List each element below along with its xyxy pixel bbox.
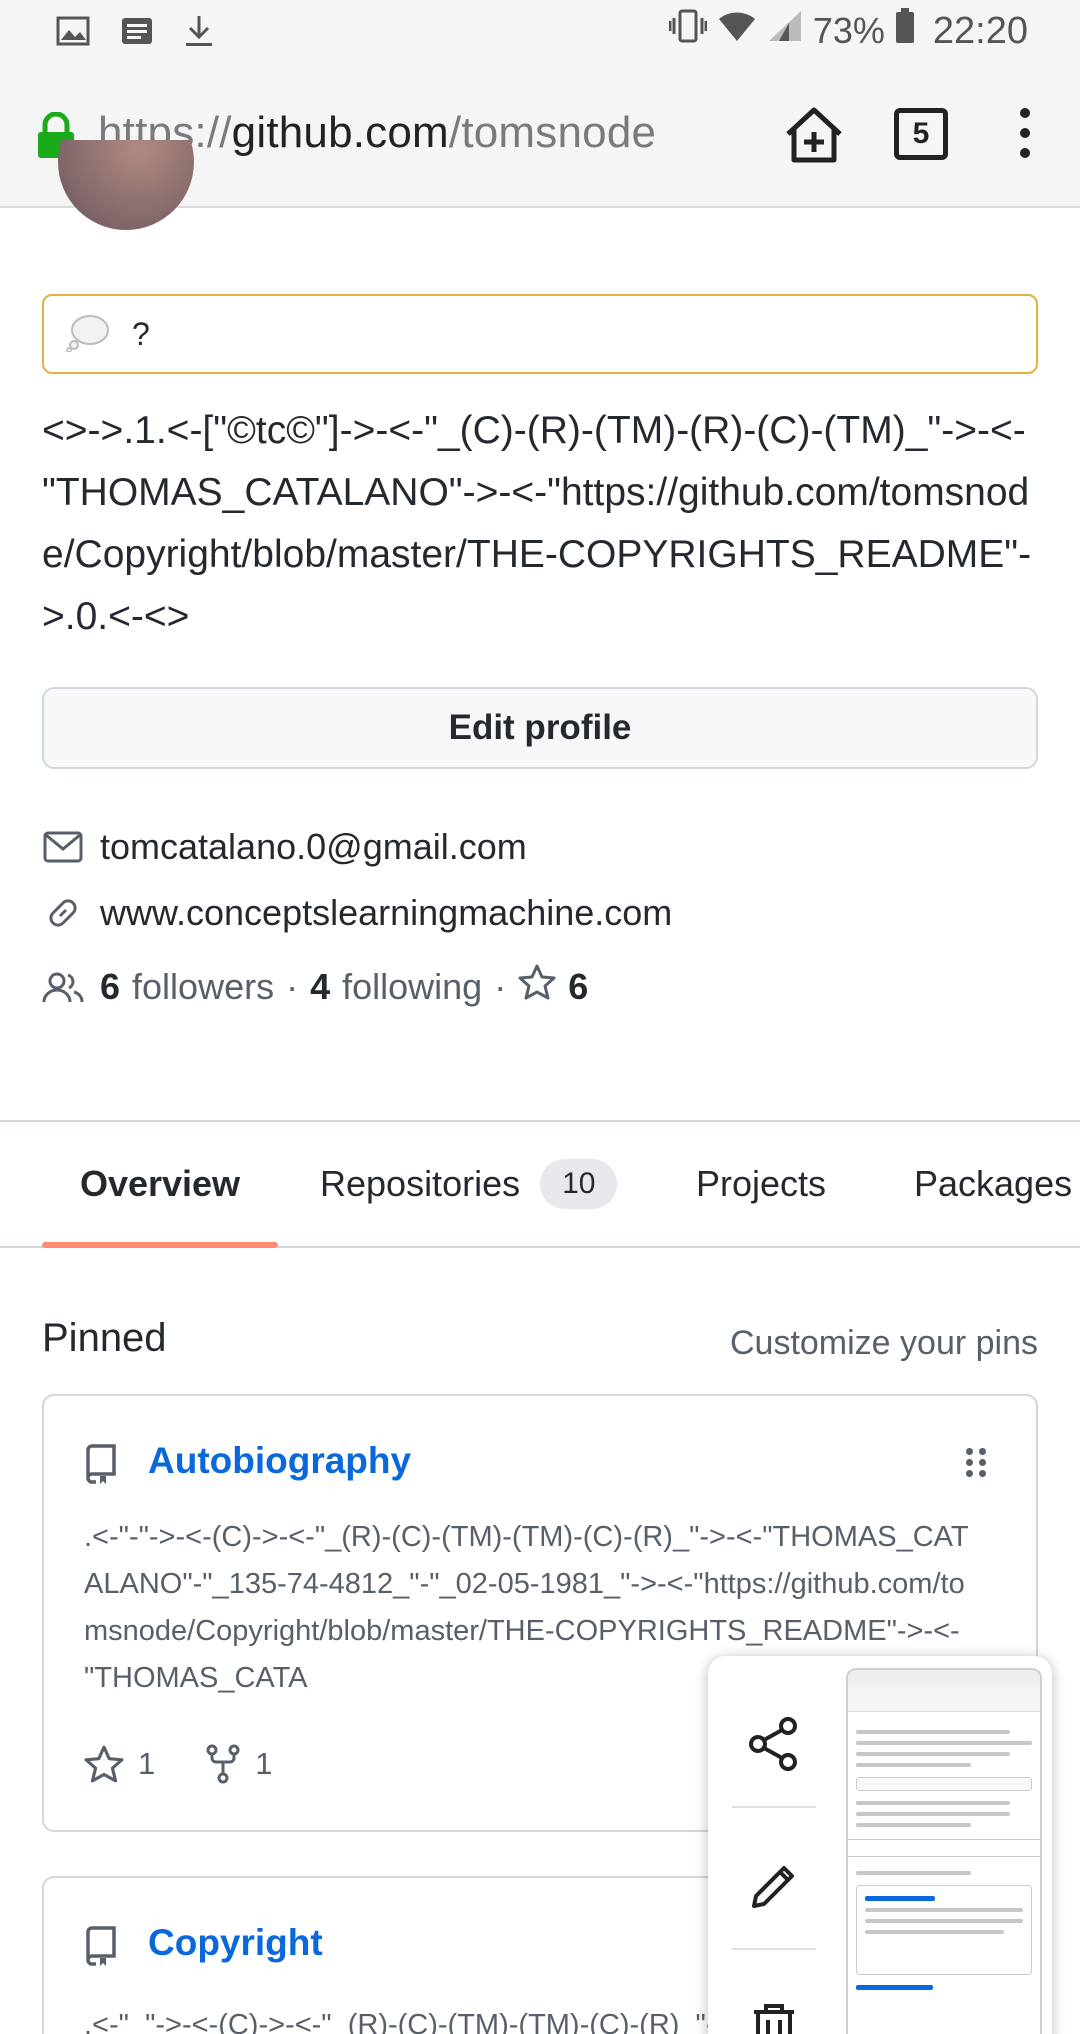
- followers-label: followers: [132, 965, 275, 1007]
- news-icon: [120, 16, 154, 51]
- tab-overview[interactable]: Overview: [42, 1122, 278, 1248]
- screenshot-thumbnail[interactable]: [846, 1668, 1042, 2034]
- repo-icon: [84, 1444, 118, 1489]
- customize-pins-link[interactable]: Customize your pins: [730, 1324, 1038, 1363]
- repo-forks-count: 1: [255, 1746, 273, 1781]
- clock: 22:20: [932, 9, 1028, 52]
- repo-stars-count: 1: [138, 1746, 156, 1781]
- tab-count: 5: [912, 117, 930, 150]
- separator: ·: [494, 965, 507, 1007]
- repo-forks[interactable]: 1: [205, 1744, 273, 1784]
- stars-count: 6: [568, 965, 589, 1007]
- url-path: /tomsnode: [448, 108, 657, 157]
- people-icon: [42, 966, 84, 1008]
- repo-name-link[interactable]: Autobiography: [148, 1440, 411, 1482]
- edit-profile-button[interactable]: Edit profile: [42, 687, 1038, 769]
- tab-label: Projects: [696, 1163, 827, 1204]
- tab-label: Overview: [79, 1163, 241, 1204]
- repositories-counter: 10: [540, 1159, 618, 1209]
- tab-label: Packages: [914, 1163, 1073, 1204]
- repo-icon: [84, 1926, 118, 1971]
- delete-button[interactable]: [732, 1968, 816, 2034]
- vibrate-icon: [668, 8, 708, 54]
- battery-percent: 73%: [812, 10, 885, 51]
- following-link[interactable]: 4 following: [310, 966, 482, 1008]
- email-link[interactable]: tomcatalano.0@gmail.com: [100, 826, 527, 868]
- repo-stars[interactable]: 1: [84, 1745, 155, 1783]
- tab-repositories[interactable]: Repositories 10: [320, 1122, 618, 1246]
- trash-icon: [754, 2004, 794, 2034]
- following-count: 4: [310, 965, 331, 1007]
- status-bar: 73% 22:20: [0, 0, 1080, 64]
- stars-link[interactable]: 6: [518, 964, 588, 1009]
- url-host: github.com: [231, 108, 449, 157]
- separator: ·: [286, 965, 299, 1007]
- repo-stats: 1 1: [84, 1744, 323, 1784]
- thought-bubble-icon: [66, 312, 110, 357]
- status-text: ?: [132, 315, 150, 352]
- star-icon: [518, 964, 556, 1009]
- tabs-button[interactable]: 5: [894, 108, 948, 160]
- tab-packages[interactable]: Packages: [914, 1122, 1072, 1246]
- followers-link[interactable]: 6 followers: [100, 966, 274, 1008]
- tab-label: Repositories: [320, 1163, 521, 1204]
- fork-icon: [206, 1744, 240, 1784]
- pencil-icon: [752, 1866, 794, 1908]
- overflow-menu-button[interactable]: [1010, 108, 1040, 164]
- share-icon: [749, 1717, 797, 1771]
- share-button[interactable]: [732, 1684, 816, 1804]
- mail-icon: [42, 826, 84, 868]
- followers-count: 6: [100, 965, 121, 1007]
- avatar[interactable]: [58, 140, 194, 230]
- profile-bio: <>->.1.<-["©tc©"]->-<-"_(C)-(R)-(TM)-(R)…: [42, 409, 1032, 638]
- website-link[interactable]: www.conceptslearningmachine.com: [100, 892, 672, 934]
- wifi-icon: [717, 9, 757, 53]
- profile-email[interactable]: tomcatalano.0@gmail.com: [42, 826, 527, 868]
- following-label: following: [342, 965, 483, 1007]
- follow-stats: 6 followers · 4 following · 6: [42, 964, 588, 1009]
- drag-handle-icon[interactable]: [966, 1448, 988, 1478]
- user-status[interactable]: ?: [42, 294, 1038, 374]
- repo-name-link[interactable]: Copyright: [148, 1922, 323, 1964]
- image-icon: [56, 16, 90, 51]
- pinned-heading: Pinned: [42, 1316, 167, 1360]
- profile-tabs: Overview Repositories 10 Projects Package…: [0, 1120, 1080, 1248]
- battery-icon: [895, 8, 915, 54]
- signal-icon: [767, 9, 803, 53]
- download-icon: [184, 14, 214, 53]
- tab-projects[interactable]: Projects: [696, 1122, 826, 1246]
- profile-website[interactable]: www.conceptslearningmachine.com: [42, 892, 672, 934]
- link-icon: [42, 892, 84, 934]
- star-icon: [84, 1745, 124, 1783]
- home-button[interactable]: [782, 104, 846, 173]
- screenshot-share-panel: [708, 1656, 1052, 2034]
- edit-button[interactable]: [732, 1826, 816, 1946]
